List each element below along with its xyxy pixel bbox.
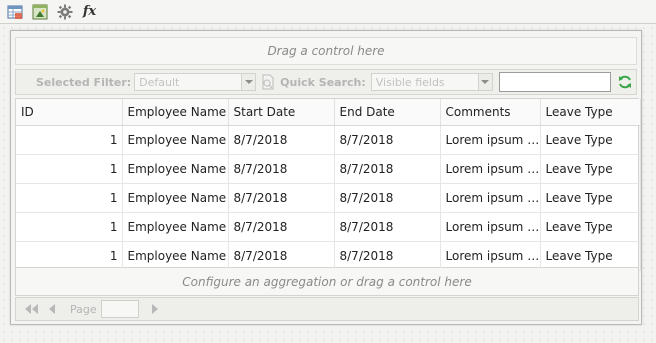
cell-comments: Lorem ipsum d... — [440, 154, 541, 184]
cell-start-date: 8/7/2018 — [228, 154, 335, 184]
cell-end-date: 8/7/2018 — [334, 212, 441, 242]
cell-start-date: 8/7/2018 — [228, 183, 335, 213]
list-view-grid: Drag a control here Selected Filter: Def… — [10, 30, 642, 325]
aggregation-dropzone[interactable]: Configure an aggregation or drag a contr… — [15, 268, 639, 296]
cell-leave-type: Leave Type — [540, 183, 641, 213]
cell-end-date: 8/7/2018 — [334, 241, 441, 271]
quick-search-dropdown[interactable]: Visible fields — [370, 73, 493, 91]
refresh-icon[interactable] — [616, 73, 634, 91]
next-page-icon[interactable] — [147, 301, 163, 317]
selected-filter-value: Default — [139, 75, 180, 89]
column-header-comments[interactable]: Comments — [440, 99, 541, 126]
column-header-end-date[interactable]: End Date — [334, 99, 441, 126]
chevron-down-icon — [241, 74, 256, 90]
cell-employee-name: Employee Name — [122, 212, 229, 242]
grid-settings-icon[interactable] — [5, 2, 24, 21]
cell-id: 1 — [16, 125, 123, 155]
cell-comments: Lorem ipsum d... — [440, 212, 541, 242]
cell-start-date: 8/7/2018 — [228, 241, 335, 271]
cell-employee-name: Employee Name — [122, 125, 229, 155]
cell-start-date: 8/7/2018 — [228, 212, 335, 242]
table-row[interactable]: 1 Employee Name 8/7/2018 8/7/2018 Lorem … — [16, 125, 641, 155]
quick-search-label: Quick Search: — [280, 75, 366, 89]
page-label: Page — [70, 302, 97, 316]
search-input[interactable] — [498, 72, 611, 92]
cell-comments: Lorem ipsum d... — [440, 183, 541, 213]
table-row[interactable]: 1 Employee Name 8/7/2018 8/7/2018 Lorem … — [16, 154, 641, 184]
cell-employee-name: Employee Name — [122, 183, 229, 213]
filter-bar: Selected Filter: Default Quick Search: V… — [15, 69, 637, 95]
table-row[interactable]: 1 Employee Name 8/7/2018 8/7/2018 Lorem … — [16, 183, 641, 213]
data-table: ID Employee Name Start Date End Date Com… — [15, 98, 641, 271]
cell-leave-type: Leave Type — [540, 241, 641, 271]
table-row[interactable]: 1 Employee Name 8/7/2018 8/7/2018 Lorem … — [16, 212, 641, 242]
column-header-start-date[interactable]: Start Date — [228, 99, 335, 126]
cell-id: 1 — [16, 183, 123, 213]
first-page-icon[interactable] — [24, 301, 40, 317]
top-dropzone[interactable]: Drag a control here — [15, 37, 637, 65]
fx-icon[interactable]: fx — [80, 2, 99, 21]
cell-comments: Lorem ipsum d... — [440, 125, 541, 155]
column-header-employee-name[interactable]: Employee Name — [122, 99, 229, 126]
page-number-input[interactable] — [100, 300, 139, 318]
gear-icon[interactable] — [55, 2, 74, 21]
cell-id: 1 — [16, 241, 123, 271]
chevron-down-icon — [477, 74, 492, 90]
previous-page-icon[interactable] — [44, 301, 60, 317]
cell-employee-name: Employee Name — [122, 154, 229, 184]
column-header-leave-type[interactable]: Leave Type — [540, 99, 641, 126]
designer-toolbar: fx — [0, 0, 656, 24]
cell-employee-name: Employee Name — [122, 241, 229, 271]
cell-comments: Lorem ipsum d... — [440, 241, 541, 271]
cell-leave-type: Leave Type — [540, 212, 641, 242]
cell-id: 1 — [16, 154, 123, 184]
image-grid-icon[interactable] — [30, 2, 49, 21]
cell-leave-type: Leave Type — [540, 154, 641, 184]
cell-end-date: 8/7/2018 — [334, 154, 441, 184]
cell-leave-type: Leave Type — [540, 125, 641, 155]
pager: Page — [15, 297, 639, 321]
column-header-id[interactable]: ID — [16, 99, 123, 126]
table-header-row: ID Employee Name Start Date End Date Com… — [16, 99, 641, 126]
cell-start-date: 8/7/2018 — [228, 125, 335, 155]
selected-filter-label: Selected Filter: — [36, 75, 132, 89]
cell-id: 1 — [16, 212, 123, 242]
filter-document-icon[interactable] — [260, 74, 276, 90]
cell-end-date: 8/7/2018 — [334, 183, 441, 213]
table-row[interactable]: 1 Employee Name 8/7/2018 8/7/2018 Lorem … — [16, 241, 641, 271]
selected-filter-dropdown[interactable]: Default — [134, 73, 257, 91]
cell-end-date: 8/7/2018 — [334, 125, 441, 155]
quick-search-value: Visible fields — [375, 75, 445, 89]
